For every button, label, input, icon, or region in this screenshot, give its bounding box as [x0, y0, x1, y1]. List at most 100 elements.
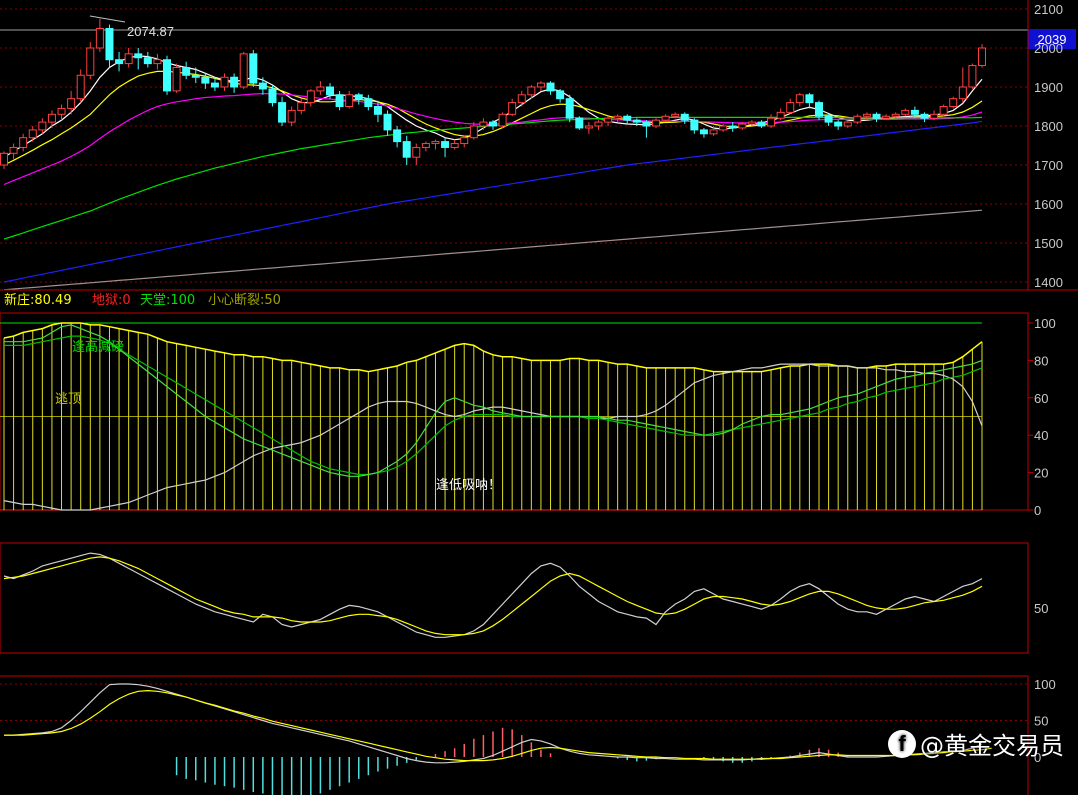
- candle-body: [939, 106, 948, 115]
- indicator1-tick-label: 0: [1034, 503, 1041, 518]
- moving-average-line: [3, 55, 983, 158]
- facebook-icon: f: [888, 729, 916, 758]
- candle-body: [642, 121, 651, 127]
- candle-body: [920, 113, 929, 119]
- watermark-text: @黄金交易员: [920, 732, 1064, 760]
- candle-body: [834, 121, 843, 127]
- moving-averages: [3, 55, 983, 291]
- candle-body: [335, 94, 344, 108]
- indicator2-panel[interactable]: 50: [0, 542, 1048, 654]
- candle-body: [306, 90, 315, 104]
- price-tick-label: 1900: [1034, 80, 1063, 95]
- candle-body: [258, 82, 267, 90]
- candle-body: [910, 109, 919, 115]
- candle-body: [498, 113, 507, 127]
- candle-body: [479, 121, 488, 127]
- candle-body: [393, 129, 402, 143]
- candle-body: [182, 67, 191, 76]
- indicator1-legend-item: 天堂:100: [140, 293, 195, 308]
- candle-body: [9, 146, 18, 154]
- candle-body: [297, 102, 306, 111]
- candle-body: [508, 102, 517, 115]
- price-tick-label: 1800: [1034, 119, 1063, 134]
- candle-body: [134, 53, 143, 59]
- candle-body: [326, 86, 334, 96]
- price-tick-label: 1400: [1034, 275, 1063, 290]
- candle-body: [671, 113, 680, 117]
- candle-body: [278, 102, 287, 123]
- indicator1-axis: 100 80 60 40 20 0: [1028, 316, 1056, 518]
- candle-body: [0, 152, 8, 166]
- candle-body: [220, 76, 229, 88]
- candle-body: [767, 117, 776, 127]
- indicator1-tick-label: 20: [1034, 466, 1048, 481]
- candle-body: [67, 98, 76, 109]
- indicator1-frame: [0, 312, 1029, 511]
- high-price-pointer: [89, 15, 126, 23]
- price-tick-label: 2000: [1034, 41, 1063, 56]
- candle-body: [882, 115, 891, 119]
- candle-body: [316, 86, 325, 92]
- trading-chart[interactable]: 2039 2074.87 210020001900180017001600150…: [0, 0, 1078, 795]
- candle-body: [958, 86, 967, 100]
- candle-body: [949, 98, 958, 107]
- candle-body: [354, 94, 363, 100]
- candle-body: [383, 113, 392, 131]
- candle-body: [747, 121, 756, 125]
- candle-body: [57, 107, 66, 115]
- candle-body: [757, 121, 766, 127]
- candle-body: [661, 115, 670, 121]
- indicator1-legend-item: 新庄:80.49: [4, 292, 72, 308]
- indicator3-tick-label: 100: [1034, 677, 1056, 692]
- candle-body: [901, 109, 910, 115]
- candle-body: [517, 94, 526, 104]
- indicator1-legend: 新庄:80.49 地狱:0 天堂:100 小心断裂:50: [4, 292, 281, 308]
- candle-body: [86, 47, 95, 76]
- candle-body: [469, 125, 478, 139]
- candle-body: [891, 113, 900, 117]
- candle-body: [862, 113, 871, 117]
- indicator2-tick-50: 50: [1034, 601, 1048, 616]
- indicator3-lines: [4, 683, 992, 764]
- candle-body: [872, 113, 881, 119]
- candle-body: [613, 115, 622, 119]
- candle-body: [239, 53, 248, 88]
- price-panel[interactable]: 2039 2074.87 210020001900180017001600150…: [0, 0, 1076, 291]
- candle-body: [546, 82, 555, 92]
- candle-body: [38, 121, 47, 131]
- annotation-escape-top: 逃顶: [55, 392, 81, 407]
- indicator2-lines: [3, 552, 983, 638]
- candle-body: [805, 94, 814, 104]
- indicator3-grid: [0, 683, 1028, 721]
- price-tick-label: 2100: [1034, 2, 1063, 17]
- candle-body: [575, 117, 584, 129]
- candle-body: [719, 125, 728, 131]
- indicator1-tick-label: 100: [1034, 316, 1056, 331]
- candle-body: [815, 102, 823, 117]
- candle-body: [345, 94, 354, 108]
- candle-body: [450, 143, 459, 148]
- candle-body: [460, 137, 469, 145]
- candle-body: [690, 119, 699, 131]
- indicator1-legend-item: 地狱:0: [92, 293, 131, 308]
- moving-average-line: [3, 209, 983, 291]
- watermark: f @黄金交易员: [888, 726, 1064, 761]
- candle-body: [201, 76, 210, 84]
- indicator2-frame: [0, 542, 1029, 654]
- candle-body: [287, 109, 296, 123]
- candle-body: [978, 47, 986, 67]
- candle-body: [968, 65, 977, 88]
- moving-average-line: [3, 116, 983, 240]
- candle-body: [536, 82, 545, 88]
- candle-body: [556, 90, 565, 100]
- candle-body: [115, 59, 124, 65]
- price-axis: 2100 2000 1900 1800 1700 1600 1500 1400: [1034, 2, 1063, 290]
- indicator1-legend-item: 小心断裂:50: [208, 293, 281, 308]
- candle-body: [776, 111, 785, 119]
- indicator1-panel[interactable]: 新庄:80.49 地狱:0 天堂:100 小心断裂:50 100 80 60 40 20 0 逢…: [0, 292, 1056, 518]
- candle-body: [594, 121, 603, 127]
- candle-body: [191, 74, 200, 78]
- candles: [0, 18, 986, 169]
- candle-body: [105, 28, 114, 61]
- candle-body: [786, 102, 795, 113]
